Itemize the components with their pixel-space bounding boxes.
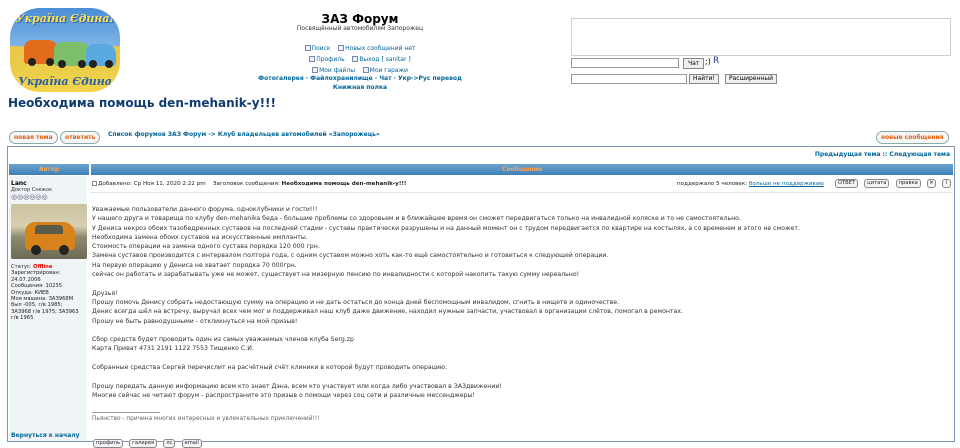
search-icon bbox=[304, 45, 311, 51]
info-icon[interactable]: i bbox=[942, 179, 951, 188]
search-row: Найти! Расширенный bbox=[571, 74, 951, 86]
prev-next-topic[interactable]: Предыдущая тема :: Следующая тема bbox=[815, 151, 950, 158]
site-title: ЗАЗ Форум bbox=[321, 12, 399, 26]
advanced-search-button[interactable]: Расширенный bbox=[725, 74, 777, 84]
avatar bbox=[11, 204, 87, 259]
forum-logo[interactable]: Україна Єдина! Україна Єдина bbox=[10, 8, 120, 92]
user-buttons: профиль галерея лс email bbox=[93, 429, 203, 448]
breadcrumb[interactable]: Список форумов ЗАЗ Форум -> Клуб владель… bbox=[108, 131, 380, 138]
refresh-r-button[interactable]: R bbox=[713, 56, 719, 66]
post-text-line: Друзья! bbox=[92, 289, 118, 297]
search-link[interactable]: Поиск bbox=[304, 45, 331, 52]
profile-button[interactable]: профиль bbox=[93, 439, 124, 448]
new-posts-button[interactable]: новые сообщения bbox=[876, 131, 949, 144]
back-to-top-link[interactable]: Вернуться к началу bbox=[11, 432, 80, 439]
unsupport-link[interactable]: больше не поддерживаю bbox=[749, 181, 824, 187]
post-text-line: Уважаемые пользователи данного форума, о… bbox=[92, 206, 318, 213]
post-text-line: Прошу помочь Денису собрать недостающую … bbox=[92, 298, 620, 306]
post-body-panel: Добавлено: Ср Ноя 11, 2020 2:22 pm Загол… bbox=[90, 176, 953, 441]
post-text-line: У нашего друга и товарища по клубу den-m… bbox=[92, 215, 741, 223]
post-text-line: Денис всегда шёл на встречу, выручал все… bbox=[92, 308, 683, 316]
site-description: Посвящённый автомобилям Запорожец bbox=[296, 25, 424, 32]
post-text-line: Прошу передать данную информацию всем кт… bbox=[92, 382, 502, 390]
search-input[interactable] bbox=[571, 74, 687, 84]
logo-car-green bbox=[54, 42, 90, 68]
post-author[interactable]: Lanc bbox=[11, 180, 27, 187]
chat-input[interactable] bbox=[571, 58, 679, 68]
garage-icon bbox=[362, 67, 369, 73]
logo-car-blue bbox=[86, 44, 116, 68]
edit-button[interactable]: правка bbox=[895, 179, 921, 188]
post-text-line: Замена суставов производится с интервало… bbox=[92, 252, 609, 260]
logo-car-orange bbox=[24, 40, 58, 66]
post-text-line: На первую операцию у Дениса не хватает п… bbox=[92, 261, 297, 269]
chat-messages-box[interactable] bbox=[571, 18, 951, 56]
post-table: Предыдущая тема :: Следующая тема Автор … bbox=[7, 146, 955, 448]
logout-icon bbox=[352, 56, 359, 62]
post-text-line: сейчас он работать и зарабатывать уже не… bbox=[92, 271, 580, 279]
status-badge: Offline bbox=[33, 264, 53, 270]
profile-icon bbox=[309, 56, 316, 62]
post-buttons: ОТВЕТ цитата правка ✕ i bbox=[834, 179, 951, 189]
reply-button[interactable]: ответить bbox=[60, 131, 101, 144]
email-button[interactable]: email bbox=[181, 439, 202, 448]
bookshelf-link[interactable]: Книжная полка bbox=[240, 83, 480, 92]
header-bold-links[interactable]: Фотогалерея · Файлохранилище · Чат · Укр… bbox=[240, 74, 480, 92]
rank-stars-icon: ◎◎◎◎◎◎ bbox=[11, 193, 48, 201]
post-text-line: Стоимость операции на замена одного суст… bbox=[92, 243, 320, 251]
post-footer: Вернуться к началу профиль галерея лс em… bbox=[9, 428, 953, 448]
post-text-line: Карта Приват 4731 2191 1122 7553 Тищенко… bbox=[92, 345, 254, 353]
quote-button[interactable]: цитата bbox=[864, 179, 890, 188]
signature-divider bbox=[92, 412, 160, 413]
gallery-button[interactable]: галерея bbox=[129, 439, 158, 448]
my-files-link[interactable]: Мои файлы bbox=[312, 67, 355, 74]
pm-button[interactable]: лс bbox=[163, 439, 176, 448]
reply-post-button[interactable]: ОТВЕТ bbox=[834, 179, 859, 188]
delete-icon[interactable]: ✕ bbox=[926, 179, 936, 188]
new-topic-button[interactable]: новая тема bbox=[9, 131, 58, 144]
smiley-button[interactable]: ;) bbox=[705, 57, 711, 66]
post-text-line: Необходима замена обоих суставов на иску… bbox=[92, 233, 308, 241]
logo-text-top: Україна Єдина! bbox=[15, 12, 115, 25]
search-button[interactable]: Найти! bbox=[689, 74, 719, 84]
author-header: Автор bbox=[38, 166, 60, 173]
author-info: Статус: Offline Зарегистрирован: 24.07.20… bbox=[11, 264, 89, 322]
chat-row: Чат ;) R bbox=[571, 56, 951, 70]
topic-title[interactable]: Необходима помощь den-mehanik-y!!! bbox=[8, 96, 276, 110]
new-posts-icon bbox=[338, 45, 345, 51]
post-icon bbox=[92, 181, 97, 186]
message-header: Сообщение bbox=[502, 166, 542, 173]
post-text-line: Многие сейчас не читают форум - распрост… bbox=[92, 391, 475, 399]
author-info-line: г/в 1965 bbox=[11, 315, 34, 322]
author-panel: Lanc Доктор Снежок ◎◎◎◎◎◎ Статус: Offlin… bbox=[9, 176, 89, 441]
post-text: Уважаемые пользователи данного форума, о… bbox=[92, 205, 932, 400]
header-links: Поиск Новых сообщений нет Профиль Выход … bbox=[240, 43, 480, 76]
post-text-line: У Дениса некроз обоих тазобедренных суст… bbox=[92, 224, 800, 232]
post-text-line: Сбор средств будет проводить один из сам… bbox=[92, 336, 354, 344]
logo-text-bottom: Україна Єдина bbox=[18, 75, 112, 88]
nav-links-line1[interactable]: Фотогалерея · Файлохранилище · Чат · Укр… bbox=[240, 74, 480, 83]
chat-button[interactable]: Чат bbox=[683, 58, 705, 69]
profile-link[interactable]: Профиль bbox=[309, 56, 345, 63]
new-posts-link[interactable]: Новых сообщений нет bbox=[338, 45, 416, 52]
my-garages-link[interactable]: Мои гаражи bbox=[362, 67, 408, 74]
support-info: поддержало 5 человек: больше не поддержи… bbox=[677, 181, 824, 187]
post-meta: Добавлено: Ср Ноя 11, 2020 2:22 pm Загол… bbox=[92, 181, 406, 187]
signature: Пьянство - причина многих интересных и у… bbox=[92, 416, 320, 422]
logout-link[interactable]: Выход [ sanitar ] bbox=[352, 56, 411, 63]
files-icon bbox=[312, 67, 319, 73]
post-text-line: Прошу не быть равнодушными - откликнутьс… bbox=[92, 317, 298, 325]
table-header: Автор Сообщение bbox=[9, 164, 953, 175]
post-text-line: Собранные средства Сергей перечислит на … bbox=[92, 364, 448, 372]
